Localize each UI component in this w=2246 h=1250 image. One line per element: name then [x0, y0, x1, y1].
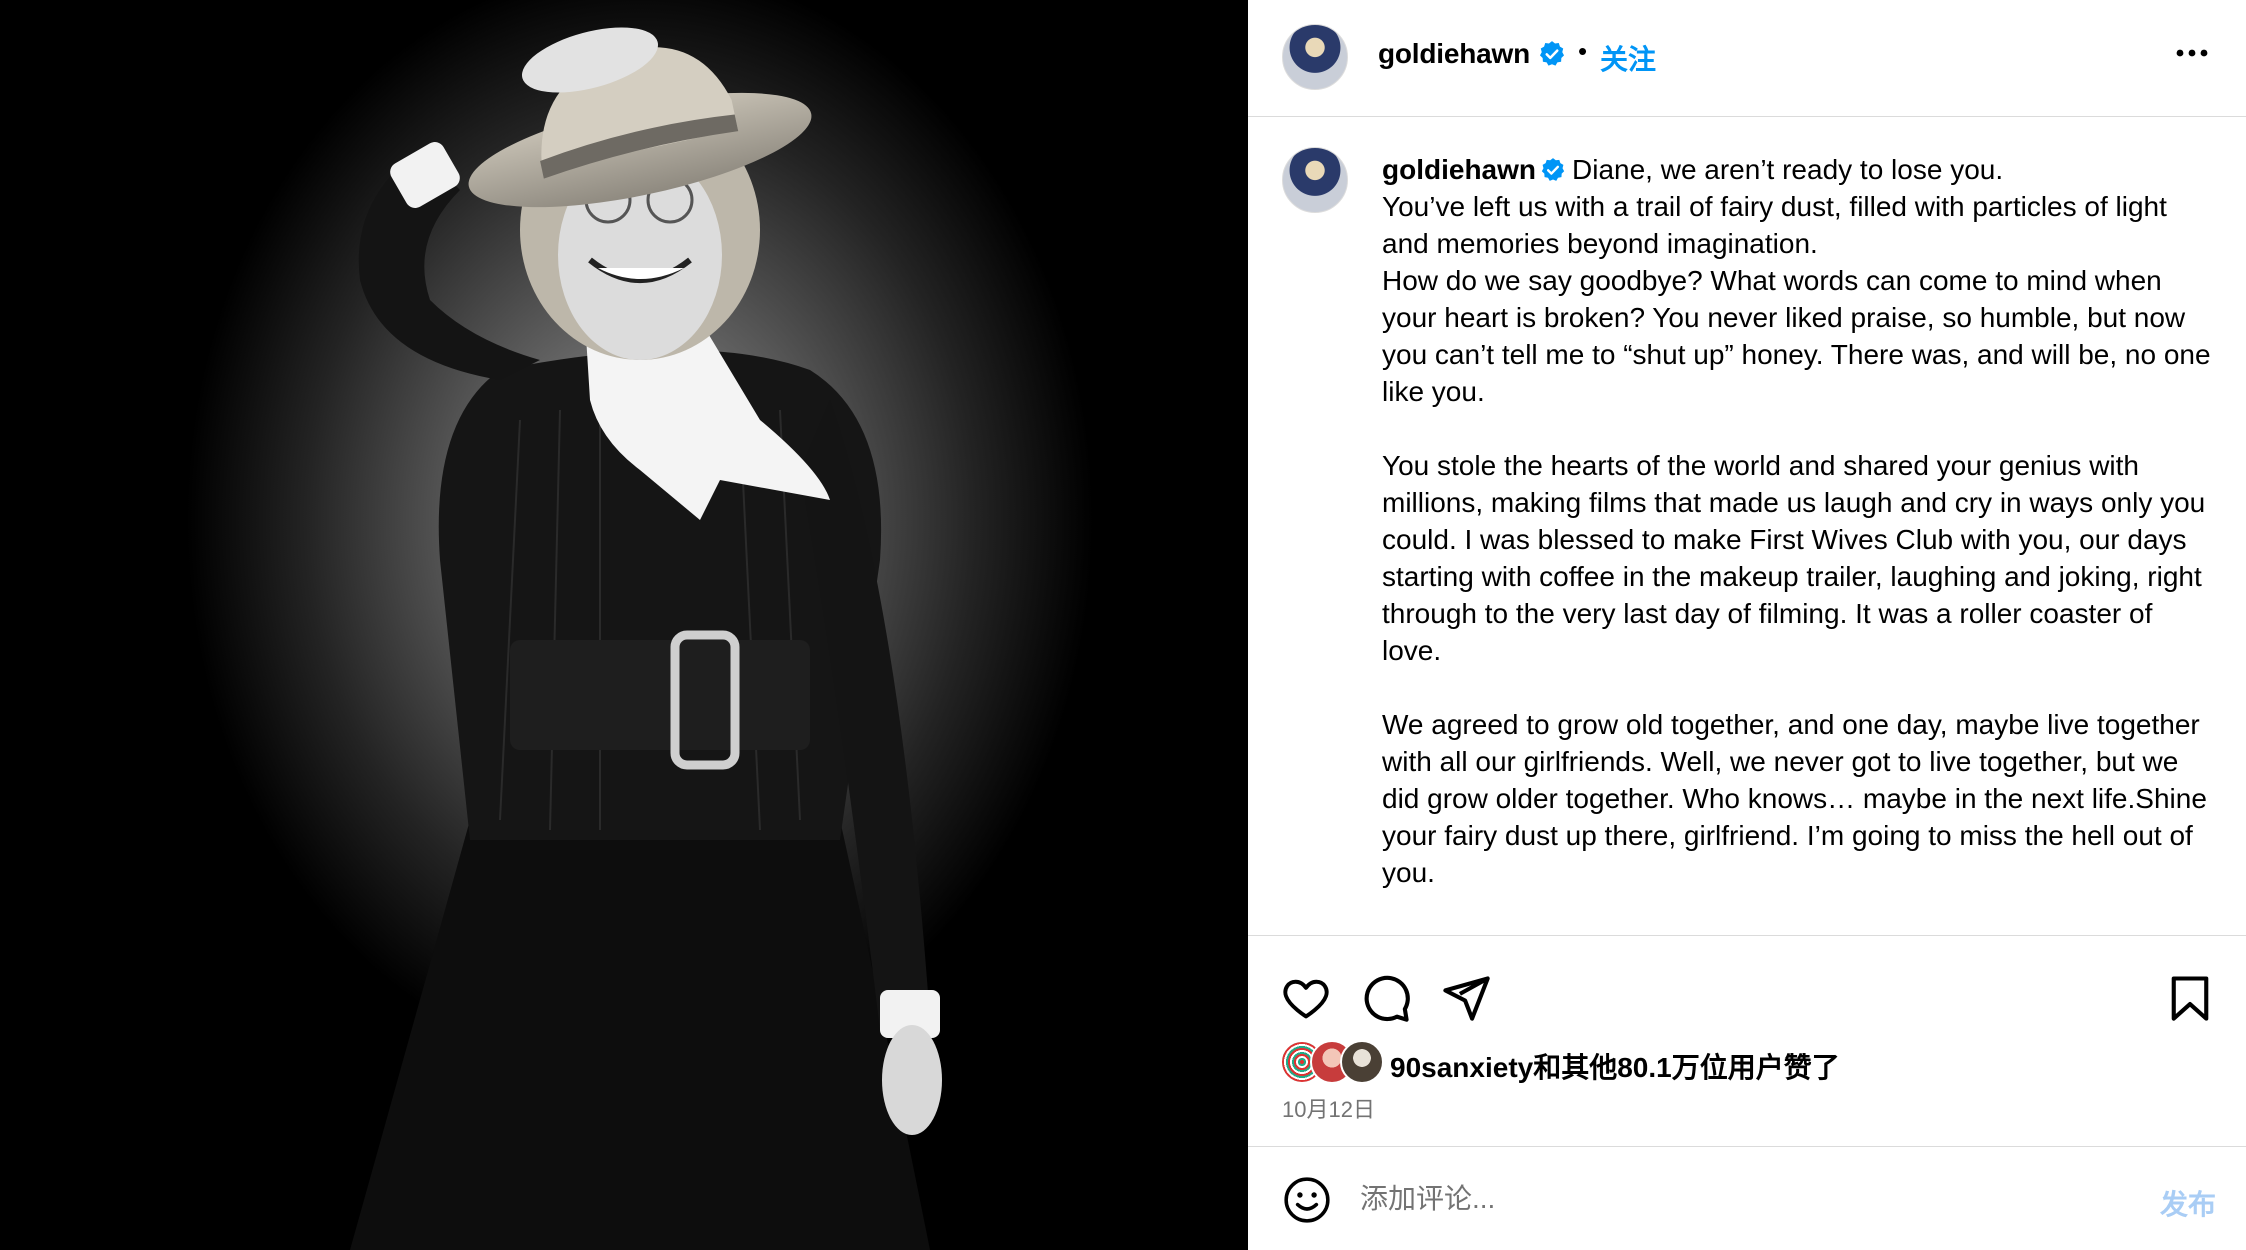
post-photo[interactable] [0, 0, 1248, 1250]
post-actions: 90sanxiety和其他80.1万位用户赞了 10月12日 [1248, 936, 2246, 1147]
share-icon[interactable] [1440, 972, 1492, 1024]
likes-count[interactable]: 90sanxiety和其他80.1万位用户赞了 [1390, 1046, 1840, 1086]
post-panel: goldiehawn • 关注 goldiehawn Diane, we aren… [1248, 0, 2246, 1250]
verified-badge-icon [1541, 158, 1565, 181]
caption-username[interactable]: goldiehawn [1382, 154, 1536, 185]
verified-badge-icon [1539, 41, 1565, 66]
caption-text: Diane, we aren’t ready to lose you. You’… [1382, 154, 2211, 888]
bookmark-icon[interactable] [2164, 972, 2216, 1024]
separator-dot: • [1578, 36, 1588, 66]
more-options-icon[interactable] [2172, 38, 2212, 68]
add-comment-bar: 发布 [1248, 1147, 2246, 1250]
post-comment-button[interactable]: 发布 [2160, 1183, 2216, 1223]
caption-author-avatar[interactable] [1282, 147, 1348, 213]
liker-avatar [1340, 1040, 1384, 1084]
post-caption: goldiehawn Diane, we aren’t ready to lose… [1382, 151, 2212, 891]
author-avatar[interactable] [1282, 24, 1348, 90]
post-date[interactable]: 10月12日 [1282, 1092, 1375, 1124]
caption-section: goldiehawn Diane, we aren’t ready to lose… [1248, 117, 2246, 936]
author-username[interactable]: goldiehawn [1378, 38, 1530, 70]
heart-icon[interactable] [1280, 972, 1332, 1024]
post-header: goldiehawn • 关注 [1248, 0, 2246, 117]
portrait-illustration [350, 27, 942, 1250]
follow-button[interactable]: 关注 [1600, 38, 1656, 78]
comment-icon[interactable] [1360, 972, 1412, 1024]
comment-input[interactable] [1358, 1171, 2082, 1227]
emoji-icon[interactable] [1282, 1175, 1332, 1225]
